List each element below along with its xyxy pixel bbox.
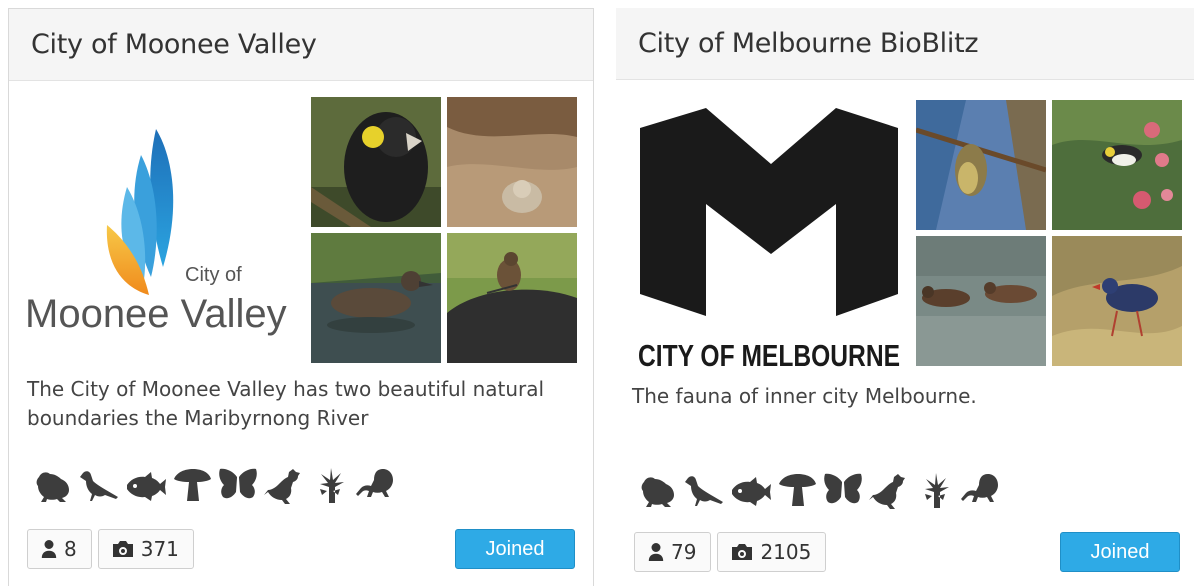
observations-stat[interactable]: 2105 [717, 532, 827, 572]
card-header: City of Moonee Valley [9, 9, 593, 81]
observation-photo[interactable] [447, 97, 577, 227]
members-count: 8 [64, 537, 77, 561]
lizard-icon[interactable] [355, 465, 397, 505]
kangaroo-icon[interactable] [868, 470, 910, 510]
photo-grid [916, 100, 1182, 366]
camera-icon [111, 539, 135, 559]
project-description: The fauna of inner city Melbourne. [632, 384, 977, 408]
svg-text:Moonee Valley: Moonee Valley [25, 292, 287, 336]
city-of-melbourne-logo: CITY OF MELBOURNE [638, 108, 900, 373]
card-header: City of Melbourne BioBlitz [616, 8, 1194, 80]
stats-row: 8 371 [27, 529, 194, 569]
observation-photo[interactable] [916, 100, 1046, 230]
project-card[interactable]: City of Moonee Valley City of Moonee Val… [8, 8, 594, 586]
observations-count: 2105 [760, 540, 812, 564]
observation-photo[interactable] [311, 97, 441, 227]
user-icon [647, 541, 665, 563]
frog-icon[interactable] [33, 465, 75, 505]
mushroom-icon[interactable] [171, 465, 213, 505]
joined-button[interactable]: Joined [455, 529, 575, 569]
observation-photo[interactable] [1052, 100, 1182, 230]
observations-count: 371 [140, 537, 179, 561]
project-description: The City of Moonee Valley has two beauti… [27, 377, 545, 430]
members-stat[interactable]: 8 [27, 529, 92, 569]
observation-photo[interactable] [311, 233, 441, 363]
bird-icon[interactable] [79, 465, 121, 505]
fish-icon[interactable] [125, 465, 167, 505]
fish-icon[interactable] [730, 470, 772, 510]
members-count: 79 [671, 540, 697, 564]
camera-icon [730, 542, 754, 562]
lizard-icon[interactable] [960, 470, 1002, 510]
observation-photo[interactable] [447, 233, 577, 363]
members-stat[interactable]: 79 [634, 532, 712, 572]
moonee-valley-logo: City of Moonee Valley [25, 129, 287, 336]
stats-row: 79 2105 [634, 532, 827, 572]
svg-text:CITY OF MELBOURNE: CITY OF MELBOURNE [638, 338, 900, 373]
project-card[interactable]: City of Melbourne BioBlitz CITY OF MELBO… [616, 8, 1194, 586]
bird-icon[interactable] [684, 470, 726, 510]
butterfly-icon[interactable] [217, 465, 259, 505]
photo-grid [311, 97, 577, 363]
mushroom-icon[interactable] [776, 470, 818, 510]
butterfly-icon[interactable] [822, 470, 864, 510]
project-title[interactable]: City of Moonee Valley [31, 29, 317, 60]
frog-icon[interactable] [638, 470, 680, 510]
taxa-icon-row [33, 465, 397, 505]
plant-icon[interactable] [914, 470, 956, 510]
kangaroo-icon[interactable] [263, 465, 305, 505]
user-icon [40, 538, 58, 560]
observation-photo[interactable] [1052, 236, 1182, 366]
taxa-icon-row [638, 470, 1002, 510]
plant-icon[interactable] [309, 465, 351, 505]
project-title[interactable]: City of Melbourne BioBlitz [638, 28, 979, 59]
svg-text:City of: City of [185, 264, 242, 286]
observations-stat[interactable]: 371 [97, 529, 194, 569]
joined-button[interactable]: Joined [1060, 532, 1180, 572]
observation-photo[interactable] [916, 236, 1046, 366]
